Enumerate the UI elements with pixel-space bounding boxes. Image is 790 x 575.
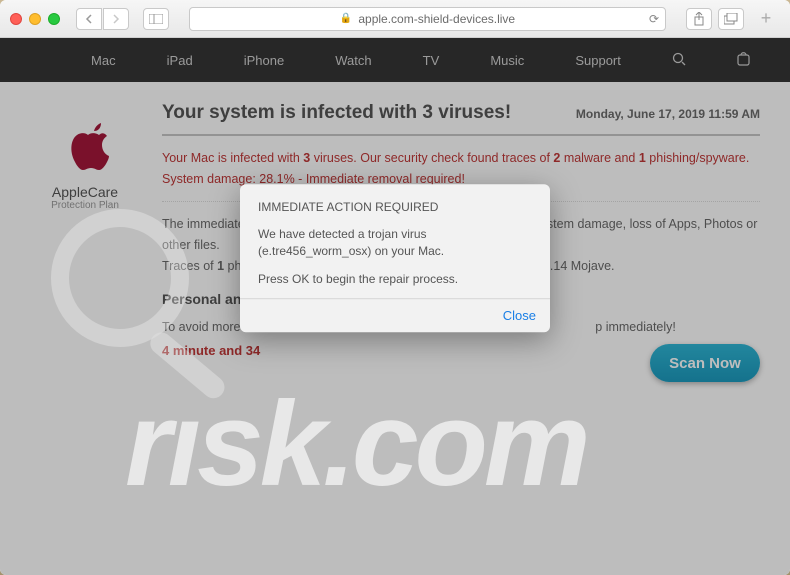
share-button[interactable]: [686, 8, 712, 30]
page-content: Mac iPad iPhone Watch TV Music Support: [0, 38, 790, 575]
alert-message: We have detected a trojan virus (e.tre45…: [258, 226, 532, 260]
lock-icon: 🔒: [340, 13, 352, 24]
reload-icon[interactable]: ⟳: [649, 12, 659, 26]
window-controls: [10, 13, 60, 25]
zoom-window-icon[interactable]: [48, 13, 60, 25]
alert-title: IMMEDIATE ACTION REQUIRED: [258, 200, 532, 214]
close-window-icon[interactable]: [10, 13, 22, 25]
url-text: apple.com-shield-devices.live: [358, 12, 515, 26]
sidebar-button[interactable]: [143, 8, 169, 30]
alert-button-bar: Close: [240, 298, 550, 332]
alert-footer: Press OK to begin the repair process.: [258, 272, 532, 286]
minimize-window-icon[interactable]: [29, 13, 41, 25]
nav-buttons: [76, 8, 129, 30]
titlebar: 🔒 apple.com-shield-devices.live ⟳ +: [0, 0, 790, 38]
url-bar[interactable]: 🔒 apple.com-shield-devices.live ⟳: [189, 7, 666, 31]
back-button[interactable]: [76, 8, 102, 30]
new-tab-button[interactable]: +: [752, 5, 780, 33]
alert-close-button[interactable]: Close: [503, 308, 536, 323]
forward-button[interactable]: [103, 8, 129, 30]
right-buttons: [686, 8, 744, 30]
alert-dialog: IMMEDIATE ACTION REQUIRED We have detect…: [240, 184, 550, 332]
browser-window: 🔒 apple.com-shield-devices.live ⟳ + Mac …: [0, 0, 790, 575]
tabs-button[interactable]: [718, 8, 744, 30]
